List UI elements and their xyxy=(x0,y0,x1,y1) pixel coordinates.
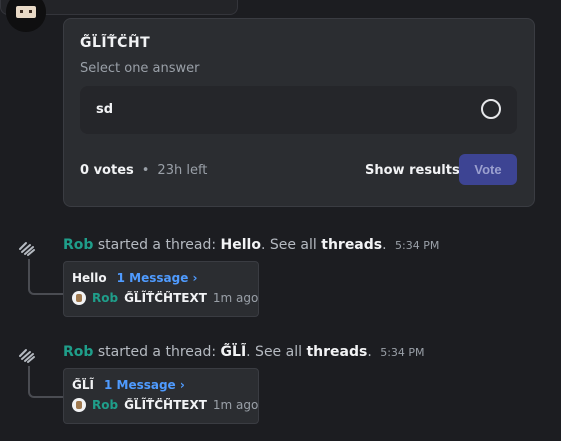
avatar[interactable] xyxy=(6,0,46,32)
thread-icon xyxy=(19,242,35,256)
poll-option[interactable]: sd xyxy=(80,86,517,134)
avatar-image xyxy=(6,0,46,32)
thread-card-preview: Rob G̃L̈ĨT̃C̈H̃TEXT 1m ago xyxy=(72,291,258,305)
timestamp: 5:34 PM xyxy=(395,239,440,252)
radio-unselected-icon[interactable] xyxy=(481,99,501,119)
show-results-button[interactable]: Show results xyxy=(365,163,460,178)
vote-button[interactable]: Vote xyxy=(459,154,517,185)
see-all-text: . See all xyxy=(246,344,302,360)
avatar xyxy=(72,398,86,412)
last-message-author: Rob xyxy=(92,398,119,412)
poll-vote-count: 0 votes xyxy=(80,163,134,178)
thread-connector xyxy=(28,259,64,295)
thread-name-link[interactable]: Hello xyxy=(221,237,261,253)
thread-card-header: G̃L̈Ĩ 1 Message › xyxy=(72,378,185,392)
separator-dot: • xyxy=(141,163,150,178)
threads-link[interactable]: threads xyxy=(306,344,367,360)
period: . xyxy=(367,344,372,360)
see-all-text: . See all xyxy=(260,237,317,253)
threads-link[interactable]: threads xyxy=(321,237,382,253)
poll-card: G̃L̈ĨT̃C̈H̃T Select one answer sd 0 vote… xyxy=(63,18,535,207)
message-count-link[interactable]: 1 Message › xyxy=(104,378,185,392)
poll-question: G̃L̈ĨT̃C̈H̃T xyxy=(80,35,151,51)
thread-action-text: started a thread: xyxy=(97,237,217,253)
last-message-text: G̃L̈ĨT̃C̈H̃TEXT xyxy=(124,398,207,412)
poll-instructions: Select one answer xyxy=(80,61,200,76)
thread-started-text: Rob started a thread: Hello. See all thr… xyxy=(63,237,439,253)
author-name[interactable]: Rob xyxy=(63,344,93,360)
thread-card-name: G̃L̈Ĩ xyxy=(72,378,94,392)
message-count-link[interactable]: 1 Message › xyxy=(117,271,198,285)
thread-card[interactable]: Hello 1 Message › Rob G̃L̈ĨT̃C̈H̃TEXT 1m… xyxy=(63,261,259,317)
avatar xyxy=(72,291,86,305)
timestamp: 5:34 PM xyxy=(380,346,425,359)
last-message-time: 1m ago xyxy=(212,398,259,412)
thread-name-link[interactable]: G̃L̈Ĩ xyxy=(221,344,247,360)
last-message-author: Rob xyxy=(92,291,119,305)
thread-connector xyxy=(28,366,64,398)
last-message-text: G̃L̈ĨT̃C̈H̃TEXT xyxy=(124,291,207,305)
thread-card-preview: Rob G̃L̈ĨT̃C̈H̃TEXT 1m ago xyxy=(72,398,258,412)
thread-icon xyxy=(19,349,35,363)
poll-option-label: sd xyxy=(96,102,114,117)
period: . xyxy=(382,237,387,253)
thread-card-name: Hello xyxy=(72,271,107,285)
author-name[interactable]: Rob xyxy=(63,237,93,253)
thread-action-text: started a thread: xyxy=(97,344,217,360)
last-message-time: 1m ago xyxy=(212,291,259,305)
poll-time-left: 23h left xyxy=(157,163,208,178)
thread-card-header: Hello 1 Message › xyxy=(72,271,198,285)
thread-started-text: Rob started a thread: G̃L̈Ĩ. See all thr… xyxy=(63,344,425,360)
poll-footer: 0 votes • 23h left xyxy=(80,163,207,178)
thread-card[interactable]: G̃L̈Ĩ 1 Message › Rob G̃L̈ĨT̃C̈H̃TEXT 1m… xyxy=(63,368,259,424)
chat-view: G̃L̈ĨT̃C̈H̃T Select one answer sd 0 vote… xyxy=(0,0,561,441)
